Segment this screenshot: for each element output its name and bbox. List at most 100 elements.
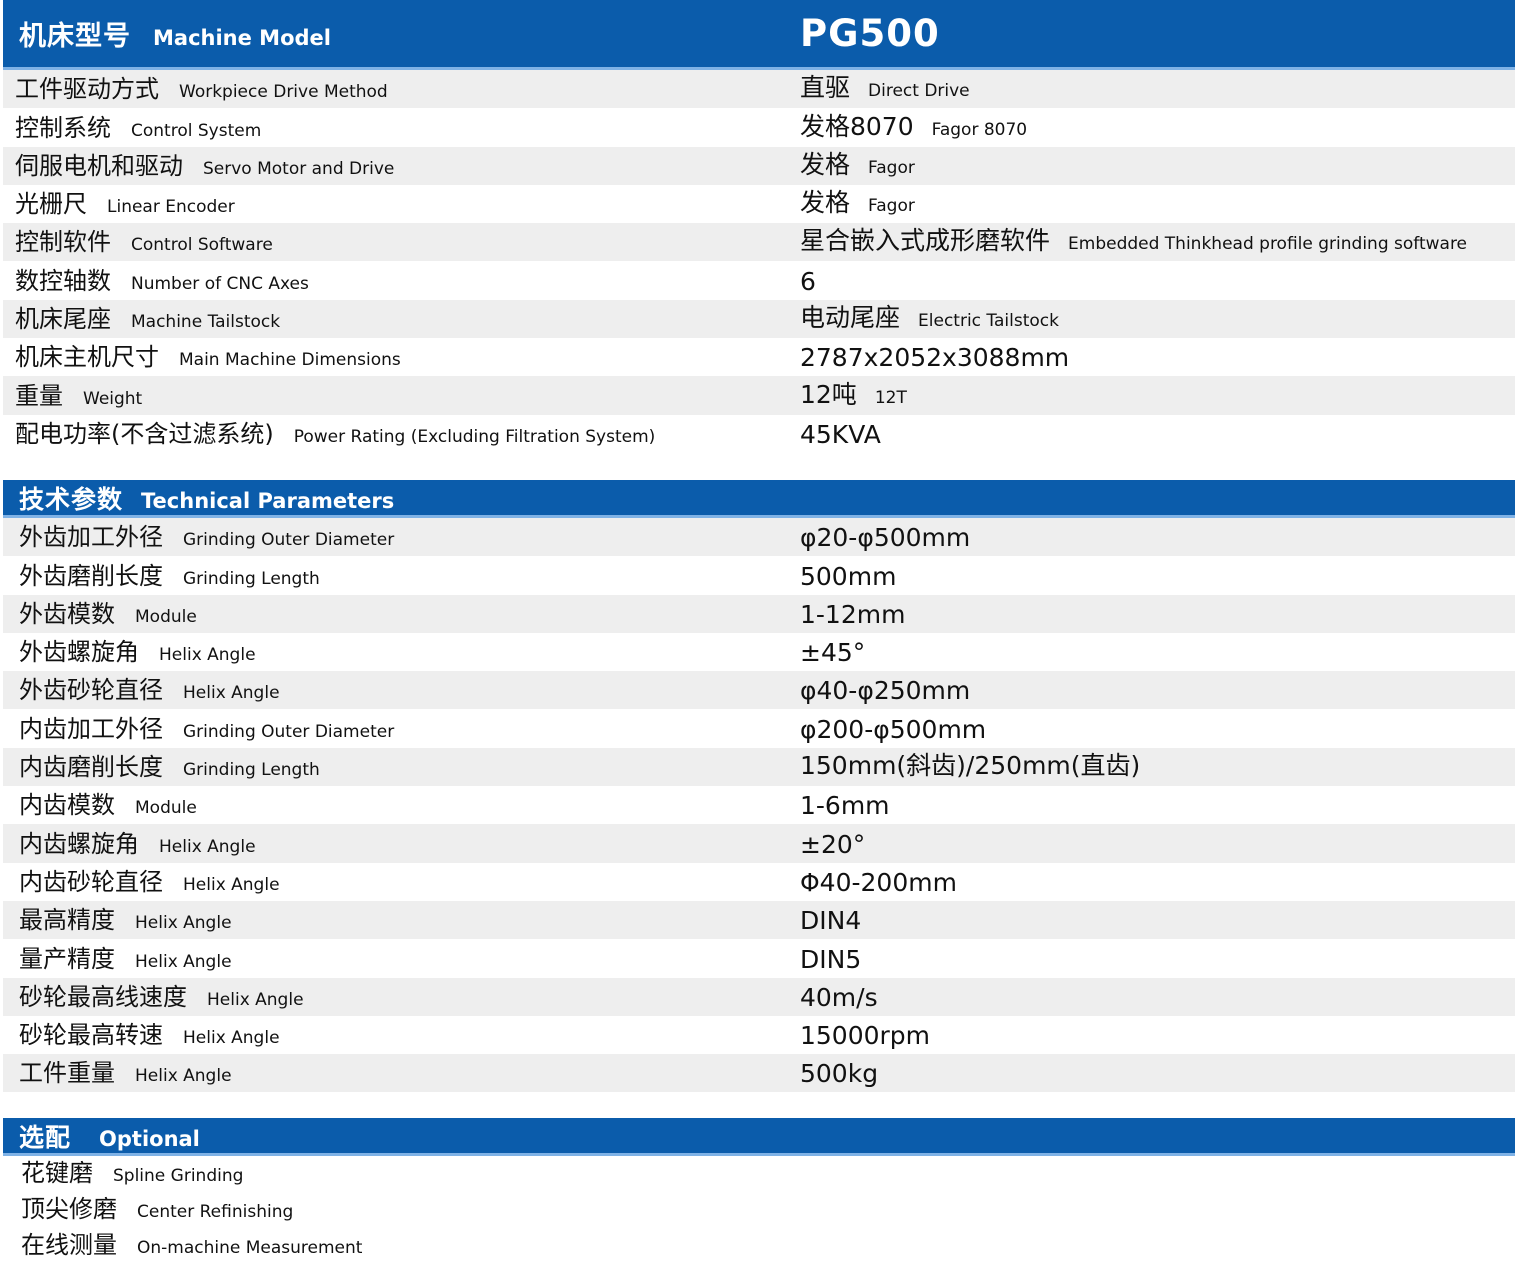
param-label-en: Helix Angle — [183, 1028, 280, 1049]
param-label: 内齿模数 Module — [3, 785, 800, 820]
spec-label-en: Weight — [83, 388, 143, 409]
optional-label-en: Center Refinishing — [137, 1202, 294, 1222]
param-value: Φ40-200mm — [800, 868, 957, 897]
spec-label: 伺服电机和驱动 Servo Motor and Drive — [3, 146, 800, 181]
param-value: 500kg — [800, 1059, 878, 1088]
param-value: 500mm — [800, 562, 896, 591]
spec-value: 发格 Fagor — [800, 183, 915, 219]
param-label-cn: 砂轮最高线速度 — [19, 982, 187, 1011]
spec-row: 工件驱动方式 Workpiece Drive Method 直驱 Direct Dri… — [3, 68, 1515, 109]
spec-value-cn: 发格 — [800, 149, 851, 179]
param-value-text: DIN4 — [800, 906, 862, 936]
param-label: 内齿螺旋角 Helix Angle — [3, 824, 800, 859]
spec-row: 重量 Weight 12吨 12T — [3, 376, 1515, 415]
spec-label-cn: 伺服电机和驱动 — [15, 151, 183, 180]
spec-label: 机床尾座 Machine Tailstock — [3, 299, 800, 334]
param-label-en: Helix Angle — [159, 645, 256, 666]
param-label-en: Module — [135, 606, 197, 627]
param-row: 外齿磨削长度 Grinding Length 500mm — [3, 556, 1515, 594]
spec-value-en: Electric Tailstock — [918, 311, 1059, 332]
spec-label-en: Servo Motor and Drive — [203, 158, 395, 179]
machine-model-header: 机床型号 Machine Model PG500 — [3, 0, 1515, 70]
param-label-en: Grinding Length — [183, 760, 320, 781]
spec-row: 机床主机尺寸 Main Machine Dimensions 2787x2052x3… — [3, 338, 1515, 376]
technical-title-cn: 技术参数 — [19, 484, 124, 514]
param-value: 40m/s — [800, 983, 878, 1012]
param-label-en: Helix Angle — [183, 874, 280, 895]
param-label-cn: 量产精度 — [19, 944, 115, 973]
param-row: 砂轮最高线速度 Helix Angle 40m/s — [3, 977, 1515, 1016]
param-label: 内齿加工外径 Grinding Outer Diameter — [3, 709, 800, 744]
spec-label: 数控轴数 Number of CNC Axes — [3, 261, 800, 296]
spec-value-cn: 直驱 — [800, 73, 851, 103]
spec-label: 机床主机尺寸 Main Machine Dimensions — [3, 337, 800, 372]
optional-header-label: 选配 Optional — [3, 1118, 800, 1154]
param-value-text: DIN5 — [800, 944, 862, 974]
param-label-cn: 外齿砂轮直径 — [19, 676, 163, 705]
spec-value: 直驱 Direct Drive — [800, 68, 970, 104]
param-label-en: Helix Angle — [159, 836, 256, 857]
param-label: 外齿砂轮直径 Helix Angle — [3, 670, 800, 705]
param-label-en: Helix Angle — [135, 913, 232, 934]
spec-value-cn: 45KVA — [800, 419, 881, 449]
param-label-cn: 外齿螺旋角 — [19, 638, 139, 667]
spec-value-cn: 6 — [800, 266, 816, 296]
param-label-cn: 内齿加工外径 — [19, 714, 163, 743]
param-label-en: Helix Angle — [135, 1066, 232, 1087]
spec-value-cn: 发格 — [800, 188, 851, 218]
spec-label: 控制软件 Control Software — [3, 222, 800, 257]
optional-label: 花键磨 Spline Grinding — [9, 1153, 806, 1188]
technical-header-label: 技术参数 Technical Parameters — [3, 480, 800, 516]
machine-spec-rows: 工件驱动方式 Workpiece Drive Method 直驱 Direct Dri… — [3, 70, 1515, 453]
spec-label-cn: 配电功率(不含过滤系统) — [15, 419, 274, 448]
optional-row: 在线测量 On-machine Measurement — [3, 1228, 1515, 1264]
param-value-text: 150mm(斜齿)/250mm(直齿) — [800, 751, 1141, 781]
spec-row: 控制软件 Control Software 星合嵌入式成形磨软件 Embedded T… — [3, 221, 1515, 262]
param-value: DIN5 — [800, 945, 861, 974]
spec-label-cn: 重量 — [15, 381, 63, 410]
technical-title-en: Technical Parameters — [141, 488, 395, 513]
spec-row: 机床尾座 Machine Tailstock 电动尾座 Electric Tailst… — [3, 299, 1515, 339]
spec-label-cn: 数控轴数 — [15, 266, 111, 295]
param-label-cn: 砂轮最高转速 — [19, 1021, 163, 1050]
param-row: 内齿模数 Module 1-6mm — [3, 786, 1515, 824]
param-value: 15000rpm — [800, 1021, 930, 1050]
spec-value: 星合嵌入式成形磨软件 Embedded Thinkhead profile gri… — [800, 221, 1467, 257]
param-value-text: 500kg — [800, 1059, 879, 1089]
spec-label-en: Number of CNC Axes — [131, 273, 309, 294]
spec-value-en: Fagor — [868, 157, 915, 178]
param-value: φ200-φ500mm — [800, 715, 986, 744]
optional-label-cn: 花键磨 — [21, 1159, 93, 1187]
param-label-cn: 内齿磨削长度 — [19, 753, 163, 782]
param-value: 150mm(斜齿)/250mm(直齿) — [800, 746, 1140, 782]
spec-value: 发格 Fagor — [800, 145, 915, 181]
param-value: φ40-φ250mm — [800, 676, 970, 705]
param-label: 最高精度 Helix Angle — [3, 900, 800, 935]
spec-label-en: Main Machine Dimensions — [179, 350, 401, 371]
optional-section: 选配 Optional 花键磨 Spline Grinding 顶尖修磨 Center… — [3, 1118, 1515, 1264]
spec-value-en: Embedded Thinkhead profile grinding soft… — [1068, 234, 1468, 255]
spec-row: 配电功率(不含过滤系统) Power Rating (Excluding Filt… — [3, 415, 1515, 453]
spec-label: 配电功率(不含过滤系统) Power Rating (Excluding Filt… — [3, 414, 800, 449]
spec-value: 发格8070 Fagor 8070 — [800, 107, 1027, 143]
spec-row: 控制系统 Control System 发格8070 Fagor 8070 — [3, 108, 1515, 146]
param-label-en: Grinding Outer Diameter — [183, 721, 395, 742]
param-value-text: φ200-φ500mm — [800, 714, 987, 744]
spec-value-cn: 发格8070 — [800, 111, 914, 141]
param-label-cn: 外齿加工外径 — [19, 523, 163, 552]
spec-value: 2787x2052x3088mm — [800, 343, 1069, 372]
spec-label-cn: 光栅尺 — [15, 190, 87, 219]
param-label-en: Helix Angle — [183, 683, 280, 704]
spec-label: 控制系统 Control System — [3, 108, 800, 143]
spec-label-en: Control System — [131, 120, 262, 141]
spec-value-en: Direct Drive — [868, 81, 970, 102]
spec-label-en: Control Software — [131, 235, 273, 256]
param-value-text: ±45° — [800, 638, 866, 668]
param-label: 工件重量 Helix Angle — [3, 1053, 800, 1088]
param-value: 1-12mm — [800, 600, 905, 629]
param-label: 外齿模数 Module — [3, 594, 800, 629]
param-label: 内齿砂轮直径 Helix Angle — [3, 862, 800, 897]
param-value: 1-6mm — [800, 791, 890, 820]
machine-model-title-cn: 机床型号 — [19, 21, 131, 52]
optional-label-cn: 顶尖修磨 — [21, 1195, 117, 1223]
